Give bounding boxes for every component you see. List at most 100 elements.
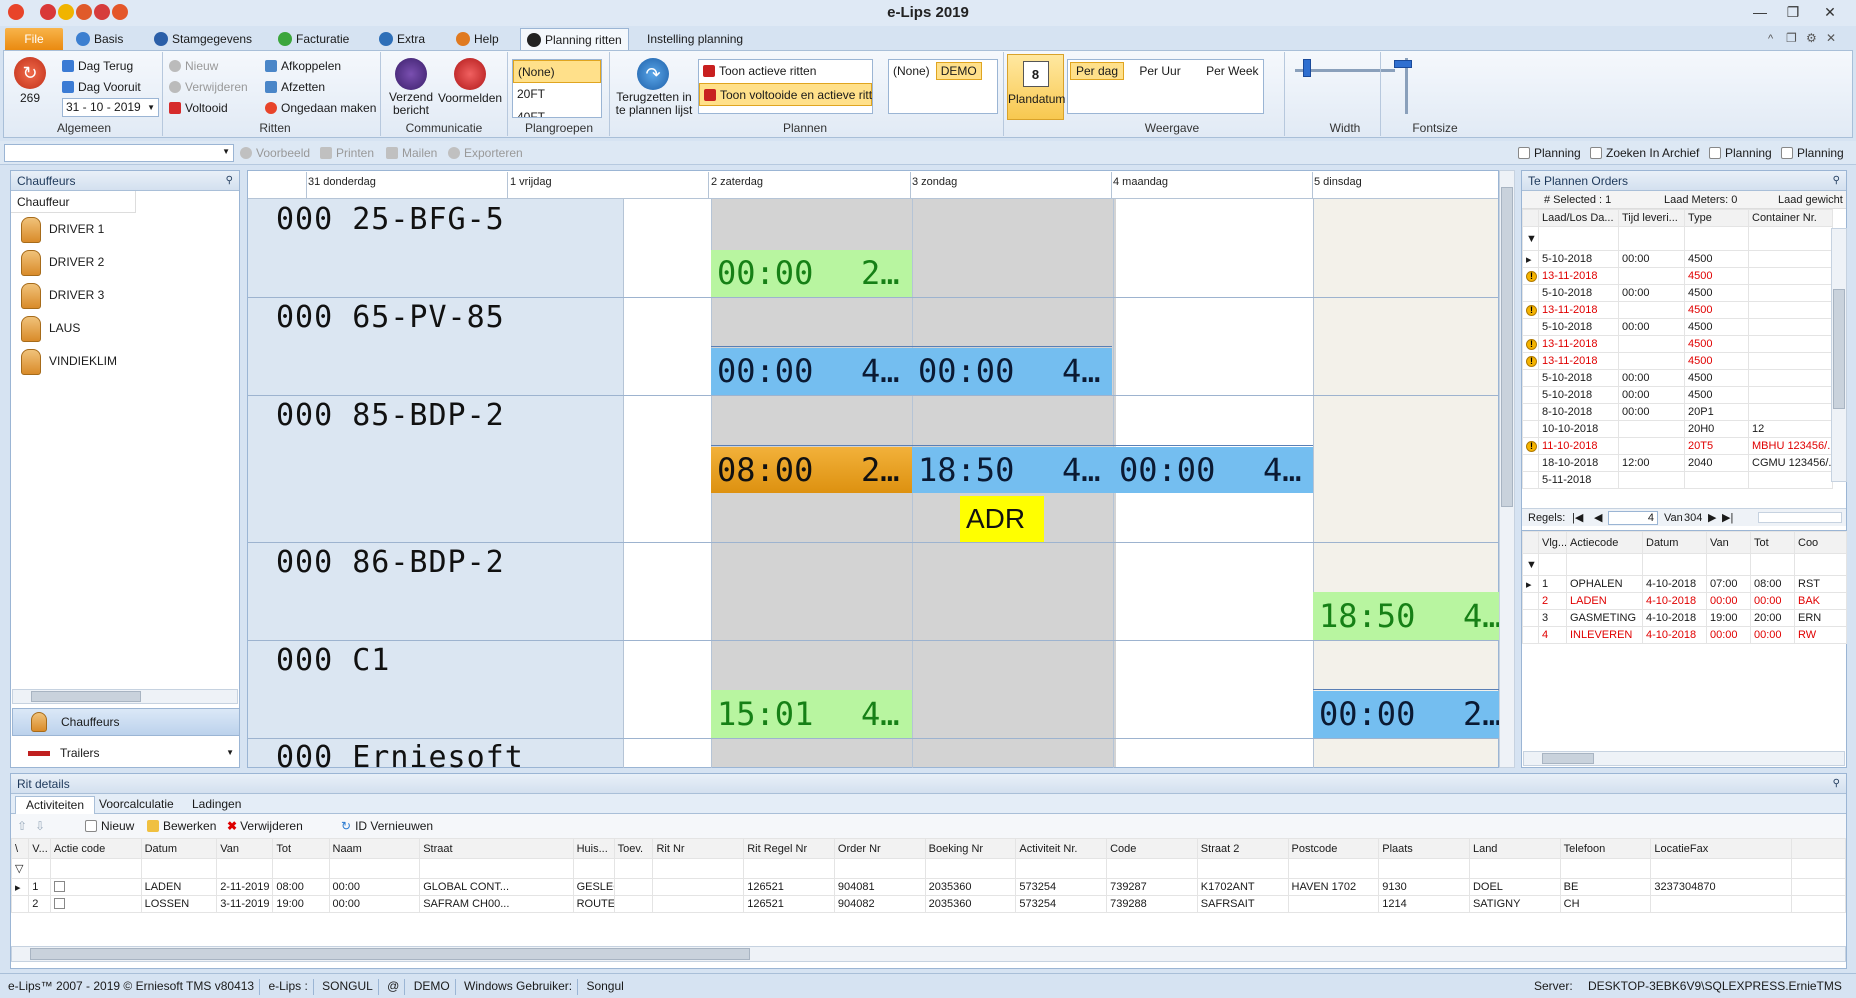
order-row[interactable]: ! 13-11-2018 4500 — [1522, 267, 1833, 285]
restore-icon[interactable]: ❐ — [1786, 31, 1797, 45]
tab-stamgegevens[interactable]: Stamgegevens — [148, 28, 258, 50]
filter-cell[interactable] — [1559, 858, 1652, 879]
driver-item[interactable]: DRIVER 3 — [11, 279, 239, 312]
tab-instelling-planning[interactable]: Instelling planning — [641, 28, 749, 50]
truck-label[interactable]: 000 65-PV-85 — [276, 300, 505, 335]
filter-cell[interactable] — [1196, 858, 1289, 879]
verwijderen-activity-button[interactable]: ✖ Verwijderen — [227, 814, 303, 838]
filter-cell[interactable] — [1468, 858, 1561, 879]
voorbeeld-button[interactable]: Voorbeeld — [240, 144, 310, 162]
schedule-event[interactable]: 18:50 4… — [912, 447, 1113, 493]
tab-ladingen[interactable]: Ladingen — [192, 796, 241, 812]
nav-first-icon[interactable]: |◀ — [1572, 509, 1583, 527]
row-checkbox[interactable] — [49, 878, 142, 896]
filter-cell[interactable] — [1618, 226, 1685, 251]
column-header[interactable]: Order Nr — [833, 838, 926, 859]
column-header[interactable]: Tijd leveri... — [1618, 209, 1685, 227]
scroll-thumb[interactable] — [31, 691, 141, 702]
column-header[interactable]: Plaats — [1378, 838, 1470, 859]
verwijderen-button[interactable]: Verwijderen — [169, 78, 248, 96]
truck-label[interactable]: 000 C1 — [276, 643, 390, 678]
chauffeur-column-header[interactable]: Chauffeur — [11, 191, 136, 213]
filter-cell[interactable] — [743, 858, 835, 879]
activities-filter-row[interactable]: ▼ — [1522, 553, 1847, 576]
column-header[interactable]: Tot — [1750, 531, 1795, 554]
tab-activiteiten[interactable]: Activiteiten — [15, 796, 96, 814]
close-doc-icon[interactable]: ✕ — [1826, 31, 1836, 45]
order-row[interactable]: ! 13-11-2018 4500 — [1522, 301, 1833, 319]
order-row[interactable]: ! 13-11-2018 4500 — [1522, 335, 1833, 353]
column-header[interactable]: Land — [1468, 838, 1561, 859]
filter-cell[interactable] — [272, 858, 330, 879]
orders-vscrollbar[interactable] — [1831, 228, 1847, 482]
maximize-icon[interactable]: ❐ — [1778, 4, 1808, 22]
nav-last-icon[interactable]: ▶| — [1722, 509, 1733, 527]
order-row[interactable]: ! 11-10-2018 20T5 MBHU 123456/... — [1522, 437, 1833, 455]
driver-item[interactable]: VINDIEKLIM — [11, 345, 239, 378]
filter-cell[interactable] — [1538, 553, 1567, 576]
filter-cell[interactable] — [28, 858, 51, 879]
filter-cell[interactable] — [1106, 858, 1198, 879]
demo-list[interactable]: (None) DEMO — [888, 59, 998, 114]
column-header[interactable]: Toev. — [613, 838, 654, 859]
nieuw-activity-button[interactable]: Nieuw — [85, 814, 134, 838]
afkoppelen-button[interactable]: Afkoppelen — [265, 57, 341, 75]
orders-filter-row[interactable]: ▼ — [1522, 226, 1833, 251]
column-header[interactable]: Boeking Nr — [924, 838, 1017, 859]
column-header[interactable]: LocatieFax — [1650, 838, 1792, 859]
filter-cell[interactable] — [1650, 858, 1792, 879]
filter-cell[interactable] — [833, 858, 926, 879]
column-header[interactable]: Postcode — [1287, 838, 1380, 859]
column-header[interactable]: Type — [1684, 209, 1749, 227]
column-header[interactable]: Tot — [272, 838, 330, 859]
nieuw-button[interactable]: Nieuw — [169, 57, 218, 75]
filter-cell[interactable] — [1748, 226, 1833, 251]
move-up-icon[interactable]: ⇧ — [17, 814, 27, 838]
dag-terug-button[interactable]: Dag Terug — [62, 57, 133, 75]
tab-extra[interactable]: Extra — [373, 28, 431, 50]
column-header[interactable]: Huis... — [572, 838, 615, 859]
column-header[interactable]: Laad/Los Da... — [1538, 209, 1619, 227]
tab-voorcalculatie[interactable]: Voorcalculatie — [99, 796, 174, 812]
truck-label[interactable]: 000 86-BDP-2 — [276, 545, 505, 580]
schedule-event[interactable]: 15:01 4… — [711, 690, 912, 738]
tab-planning-ritten[interactable]: Planning ritten — [520, 28, 629, 50]
truck-icon[interactable] — [454, 58, 486, 90]
order-row[interactable]: 10-10-2018 20H0 12 — [1522, 420, 1833, 438]
pin-icon[interactable]: ⚲ — [1833, 171, 1840, 191]
message-icon[interactable] — [395, 58, 427, 90]
activity-row[interactable]: 4 INLEVEREN 4-10-2018 00:00 00:00 RW — [1522, 626, 1847, 644]
tab-facturatie[interactable]: Facturatie — [272, 28, 355, 50]
rit-detail-row[interactable]: ▸ 1 LADEN 2-11-2019 08:00 00:00 GLOBAL CONT...… — [10, 878, 1847, 896]
demo-item[interactable]: DEMO — [935, 62, 982, 80]
ongedaan-button[interactable]: Ongedaan maken — [265, 99, 376, 117]
minimize-icon[interactable]: — — [1745, 4, 1775, 22]
truck-label[interactable]: 000 Erniesoft — [276, 740, 524, 768]
orders-hscrollbar[interactable] — [1758, 512, 1842, 523]
planning-toggle-1[interactable]: Planning — [1518, 144, 1581, 162]
nav-trailers[interactable]: Trailers ▼ — [12, 740, 240, 766]
nav-next-icon[interactable]: ▶ — [1708, 509, 1716, 527]
column-header[interactable]: Actie code — [49, 838, 142, 859]
afzetten-button[interactable]: Afzetten — [265, 78, 325, 96]
column-header[interactable]: Straat 2 — [1196, 838, 1289, 859]
order-row[interactable]: 5-10-2018 00:00 4500 — [1522, 386, 1833, 404]
ribbon-collapse-icon[interactable]: ^ — [1768, 33, 1773, 45]
rit-detail-row[interactable]: 2 LOSSEN 3-11-2019 19:00 00:00 SAFRAM CH00...… — [10, 895, 1847, 913]
row-checkbox[interactable] — [49, 895, 142, 913]
column-header[interactable]: Van — [1706, 531, 1751, 554]
schedule-event[interactable]: 00:00 4… — [711, 348, 912, 395]
tab-basis[interactable]: Basis — [70, 28, 129, 50]
rit-details-hscrollbar[interactable] — [11, 946, 1846, 962]
column-header[interactable]: Rit Regel Nr — [743, 838, 835, 859]
schedule-event[interactable]: 08:00 2… — [711, 447, 912, 493]
dag-vooruit-button[interactable]: Dag Vooruit — [62, 78, 141, 96]
filter-cell[interactable] — [1015, 858, 1108, 879]
schedule-event[interactable]: 00:00 4… — [1113, 447, 1313, 493]
plannen-list[interactable]: Toon actieve ritten Toon voltooide en ac… — [698, 59, 873, 114]
column-header[interactable]: Naam — [328, 838, 421, 859]
column-header[interactable]: Van — [216, 838, 274, 859]
scroll-thumb[interactable] — [30, 948, 750, 960]
order-row[interactable]: 8-10-2018 00:00 20P1 — [1522, 403, 1833, 421]
filter-cell[interactable] — [328, 858, 421, 879]
